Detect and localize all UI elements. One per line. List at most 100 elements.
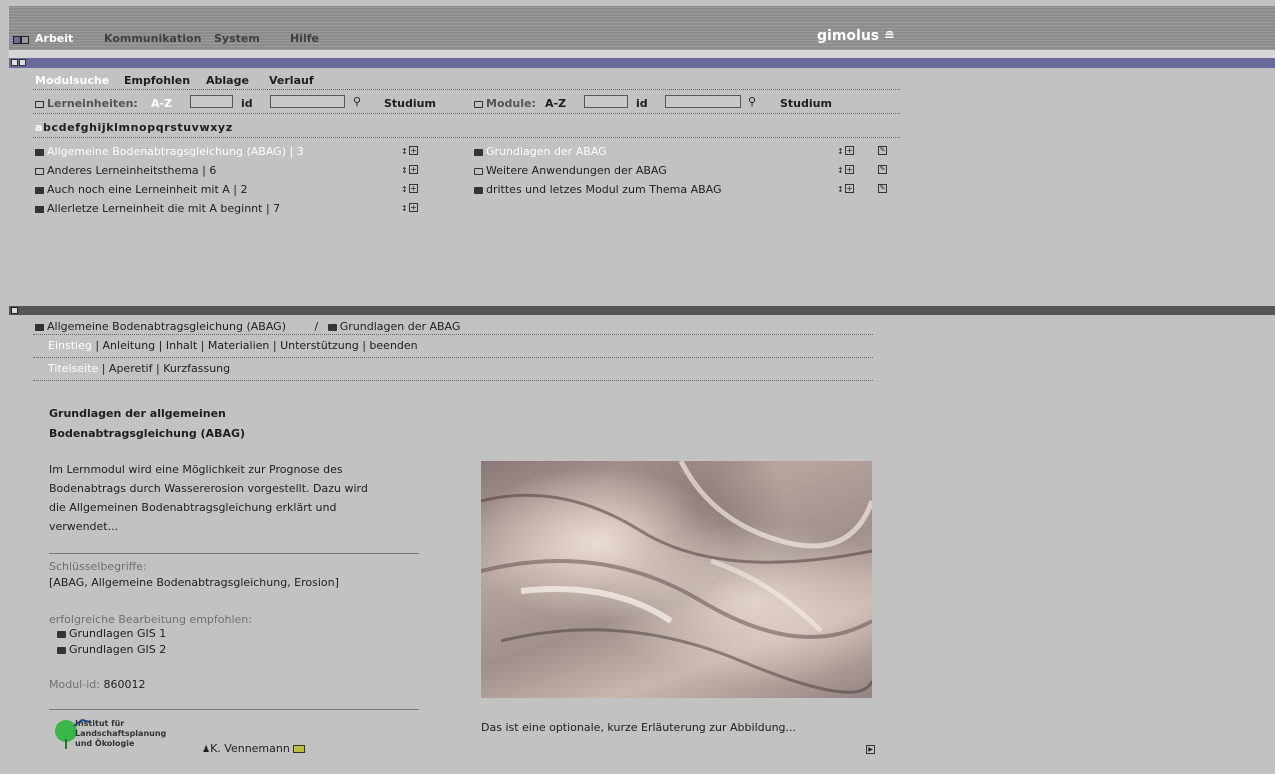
prereq-item[interactable]: Grundlagen GIS 2 <box>57 643 166 656</box>
alphabet-letter-w[interactable]: w <box>199 121 210 134</box>
sort-icon[interactable]: ↕ <box>837 147 844 156</box>
folder-icon <box>35 100 44 108</box>
contact-icon[interactable] <box>293 745 306 753</box>
alphabet-letter-e[interactable]: e <box>67 121 75 134</box>
divider <box>49 553 419 554</box>
module-id-input[interactable] <box>665 95 741 108</box>
tab-aperetif[interactable]: Aperetif <box>109 362 153 375</box>
prereq-label: erfolgreiche Bearbeitung empfohlen: <box>49 613 252 626</box>
tab-inhalt[interactable]: Inhalt <box>166 339 197 352</box>
sort-icon[interactable]: ↕ <box>401 166 408 175</box>
alphabet-letter-u[interactable]: u <box>183 121 191 134</box>
module-icon <box>57 630 66 638</box>
module-icon <box>474 148 483 156</box>
lerneinheiten-id-input[interactable] <box>270 95 345 108</box>
module-icon <box>474 186 483 194</box>
lerneinheiten-studium[interactable]: Studium <box>384 97 436 110</box>
tab-empfohlen[interactable]: Empfohlen <box>124 74 190 87</box>
intro-text: die Allgemeinen Bodenabtragsgleichung er… <box>49 501 337 514</box>
alphabet-letter-q[interactable]: q <box>156 121 164 134</box>
tab-beenden[interactable]: beenden <box>369 339 417 352</box>
alphabet-letter-y[interactable]: y <box>218 121 226 134</box>
list-item[interactable]: Allgemeine Bodenabtragsgleichung (ABAG) … <box>35 145 304 158</box>
search-icon[interactable]: ⚲ <box>748 95 756 108</box>
page-title: Grundlagen der allgemeinen <box>49 407 226 420</box>
intro-text: Bodenabtrags durch Wassererosion vorgest… <box>49 482 368 495</box>
divider <box>33 380 873 381</box>
list-item[interactable]: Allerletze Lerneinheit die mit A beginnt… <box>35 202 280 215</box>
list-item[interactable]: Anderes Lerneinheitsthema | 6 <box>35 164 216 177</box>
sort-icon[interactable]: ↕ <box>837 185 844 194</box>
alphabet-letter-z[interactable]: z <box>226 121 233 134</box>
tab-modulsuche[interactable]: Modulsuche <box>35 74 109 87</box>
edit-icon[interactable]: ✎ <box>878 165 887 174</box>
sort-icon[interactable]: ↕ <box>401 204 408 213</box>
menu-arbeit[interactable]: Arbeit <box>35 32 73 45</box>
tab-ablage[interactable]: Ablage <box>206 74 249 87</box>
tab-unterstuetzung[interactable]: Unterstützung <box>280 339 359 352</box>
add-icon[interactable]: + <box>845 165 854 174</box>
breadcrumb-separator: / <box>314 320 319 333</box>
tab-titelseite[interactable]: Titelseite <box>48 362 98 375</box>
prereq-item[interactable]: Grundlagen GIS 1 <box>57 627 166 640</box>
alphabet-letter-g[interactable]: g <box>81 121 89 134</box>
main-nav: Einstieg | Anleitung | Inhalt | Material… <box>48 339 418 352</box>
sort-icon[interactable]: ↕ <box>837 166 844 175</box>
divider <box>33 137 900 138</box>
collapse-icon[interactable] <box>11 59 18 66</box>
add-icon[interactable]: + <box>409 165 418 174</box>
add-icon[interactable]: + <box>845 146 854 155</box>
list-item[interactable]: drittes und letzes Modul zum Thema ABAG <box>474 183 722 196</box>
sort-icon[interactable]: ↕ <box>401 185 408 194</box>
author[interactable]: ♟K. Vennemann <box>202 742 306 755</box>
breadcrumb-unit[interactable]: Allgemeine Bodenabtragsgleichung (ABAG) <box>47 320 286 333</box>
list-item[interactable]: Weitere Anwendungen der ABAG <box>474 164 667 177</box>
sort-icon[interactable]: ↕ <box>401 147 408 156</box>
add-icon[interactable]: + <box>409 203 418 212</box>
list-item[interactable]: Grundlagen der ABAG <box>474 145 607 158</box>
module-az-input[interactable] <box>584 95 628 108</box>
module-studium[interactable]: Studium <box>780 97 832 110</box>
add-icon[interactable]: + <box>409 146 418 155</box>
list-item[interactable]: Auch noch eine Lerneinheit mit A | 2 <box>35 183 248 196</box>
sub-nav: Titelseite | Aperetif | Kurzfassung <box>48 362 231 375</box>
next-page-icon[interactable]: ▶ <box>866 745 875 754</box>
alphabet-letter-b[interactable]: b <box>43 121 51 134</box>
gimolus-logo: gimolus ≘ <box>817 28 895 44</box>
tab-einstieg[interactable]: Einstieg <box>48 339 92 352</box>
alphabet-letter-h[interactable]: h <box>89 121 97 134</box>
window-icon[interactable] <box>13 34 29 47</box>
alphabet-letter-x[interactable]: x <box>210 121 218 134</box>
lerneinheiten-az-input[interactable] <box>190 95 233 108</box>
alphabet-letter-a[interactable]: a <box>35 121 43 134</box>
menu-system[interactable]: System <box>214 32 260 45</box>
alphabet-letter-d[interactable]: d <box>59 121 67 134</box>
alphabet-letter-n[interactable]: n <box>131 121 139 134</box>
modul-id: Modul-id: 860012 <box>49 678 146 691</box>
search-icon[interactable]: ⚲ <box>353 95 361 108</box>
module-az[interactable]: A-Z <box>545 97 566 110</box>
collapse-icon[interactable] <box>11 307 18 314</box>
tab-materialien[interactable]: Materialien <box>208 339 269 352</box>
menu-hilfe[interactable]: Hilfe <box>290 32 319 45</box>
alphabet-letter-m[interactable]: m <box>119 121 131 134</box>
alphabet-letter-c[interactable]: c <box>52 121 59 134</box>
tab-anleitung[interactable]: Anleitung <box>103 339 156 352</box>
keywords: [ABAG, Allgemeine Bodenabtragsgleichung,… <box>49 576 339 589</box>
breadcrumb-module[interactable]: Grundlagen der ABAG <box>340 320 461 333</box>
tab-kurzfassung[interactable]: Kurzfassung <box>163 362 230 375</box>
tab-verlauf[interactable]: Verlauf <box>269 74 314 87</box>
expand-icon[interactable] <box>19 59 26 66</box>
module-id-label: id <box>636 97 648 110</box>
user-icon: ♟ <box>202 745 211 755</box>
menu-kommunikation[interactable]: Kommunikation <box>104 32 201 45</box>
add-icon[interactable]: + <box>409 184 418 193</box>
alphabet-letter-p[interactable]: p <box>147 121 155 134</box>
panel-header-bar <box>9 58 1275 68</box>
edit-icon[interactable]: ✎ <box>878 184 887 193</box>
lerneinheiten-az[interactable]: A-Z <box>151 97 172 110</box>
edit-icon[interactable]: ✎ <box>878 146 887 155</box>
alphabet-letter-o[interactable]: o <box>139 121 147 134</box>
alphabet-letter-k[interactable]: k <box>106 121 114 134</box>
add-icon[interactable]: + <box>845 184 854 193</box>
